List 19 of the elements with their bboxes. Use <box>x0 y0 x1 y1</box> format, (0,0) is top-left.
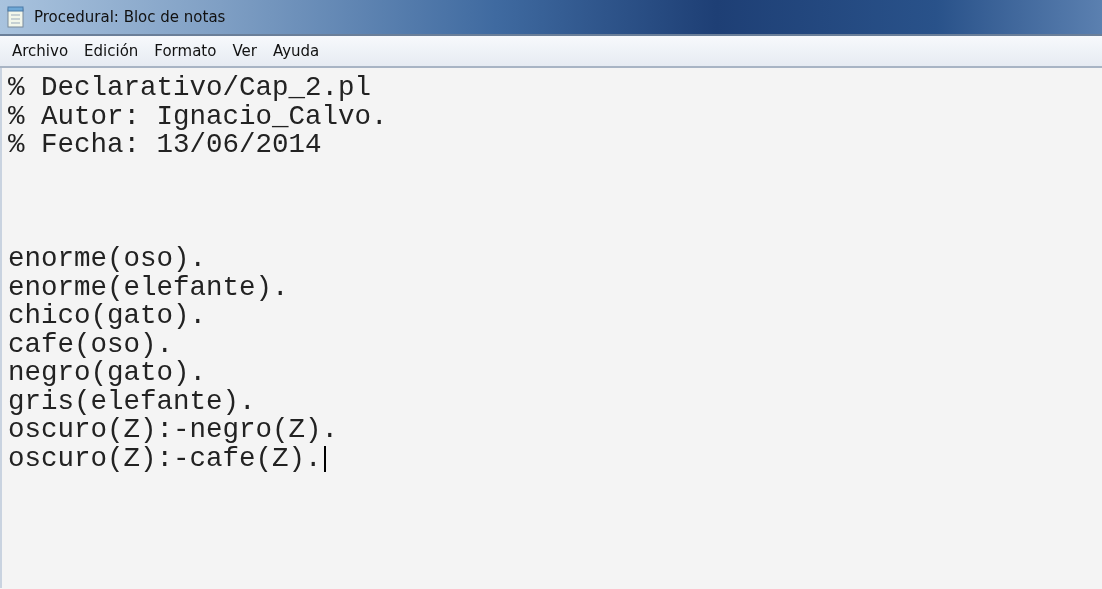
text-line: negro(gato). <box>8 359 207 388</box>
menu-item[interactable]: Archivo <box>4 42 77 60</box>
menu-item[interactable]: Formato <box>146 42 225 60</box>
menu-item[interactable]: Ver <box>224 42 265 60</box>
menu-item[interactable]: Ayuda <box>264 42 328 60</box>
text-line: oscuro(Z):-cafe(Z). <box>8 444 322 473</box>
text-caret <box>323 445 326 472</box>
text-line: % Declarativo/Cap_2.pl <box>8 74 372 103</box>
text-line: enorme(oso). <box>8 245 207 274</box>
text-line: oscuro(Z):-negro(Z). <box>8 416 339 445</box>
text-line: enorme(elefante). <box>8 273 289 302</box>
text-line: gris(elefante). <box>8 387 256 416</box>
window-title: Procedural: Bloc de notas <box>34 8 226 26</box>
text-line: % Fecha: 13/06/2014 <box>8 131 322 160</box>
text-line: % Autor: Ignacio_Calvo. <box>8 102 388 131</box>
text-line: chico(gato). <box>8 302 207 331</box>
menu-item[interactable]: Edición <box>76 42 147 60</box>
text-line: cafe(oso). <box>8 330 174 359</box>
notepad-icon <box>6 6 26 28</box>
